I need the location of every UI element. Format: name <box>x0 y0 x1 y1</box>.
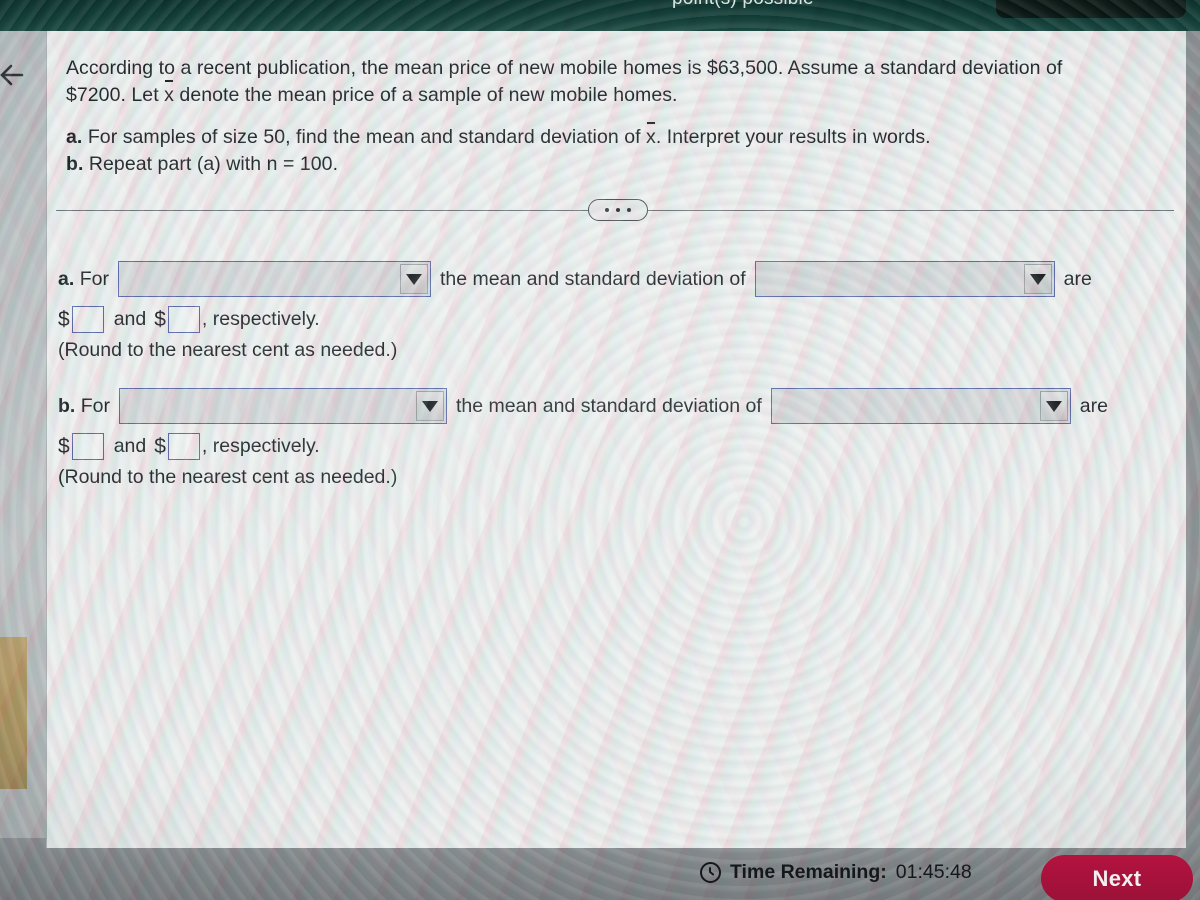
header-menu-pill[interactable] <box>996 0 1186 18</box>
part-a-label: a. <box>66 126 83 148</box>
desk-color-block <box>0 637 27 789</box>
answer-b-row-1: b. For the mean and standard deviation o… <box>58 386 1178 426</box>
clock-icon <box>700 862 721 883</box>
answer-b-dollar-2: $ <box>154 434 166 458</box>
answer-b-prefix: b. For <box>58 395 110 418</box>
answer-b-input-1[interactable] <box>71 433 104 460</box>
answer-a-input-2[interactable] <box>167 306 200 333</box>
time-remaining-value: 01:45:48 <box>895 861 972 883</box>
answer-a-row-2: $ and $ , respectively. <box>58 306 1178 333</box>
x-bar-symbol-a: x <box>646 122 656 151</box>
answer-block-a: a. For the mean and standard deviation o… <box>58 259 1178 362</box>
answer-b-are-word: are <box>1079 394 1108 417</box>
back-arrow-icon[interactable] <box>0 60 28 90</box>
more-options-button[interactable] <box>588 199 648 221</box>
section-divider <box>56 199 1174 221</box>
chevron-down-icon[interactable] <box>399 264 428 294</box>
answer-a-label: a. <box>58 267 75 290</box>
app-header-bar: point(s) possible <box>0 0 1200 31</box>
question-line-2-post: denote the mean price of a sample of new… <box>173 84 678 106</box>
answer-block-b: b. For the mean and standard deviation o… <box>58 386 1178 489</box>
question-part-a: a. For samples of size 50, find the mean… <box>66 122 1170 151</box>
dot-icon <box>627 208 631 212</box>
points-possible-label: point(s) possible <box>672 0 814 10</box>
chevron-down-icon[interactable] <box>1023 264 1052 294</box>
question-page: According to a recent publication, the m… <box>46 31 1186 848</box>
answer-a-and-word: and <box>113 308 147 330</box>
question-part-b: b. Repeat part (a) with n = 100. <box>66 151 1170 178</box>
question-statement: According to a recent publication, the m… <box>66 55 1170 178</box>
answer-a-input-1[interactable] <box>71 306 104 333</box>
next-button[interactable]: Next <box>1041 855 1193 900</box>
answer-a-respectively: , respectively. <box>201 308 320 330</box>
time-remaining-status: Time Remaining: 01:45:48 <box>700 861 972 884</box>
time-remaining-label: Time Remaining: <box>730 861 887 883</box>
answer-a-row-1: a. For the mean and standard deviation o… <box>58 259 1178 299</box>
question-line-2: $7200. Let x denote the mean price of a … <box>66 80 1170 109</box>
answer-b-respectively: , respectively. <box>201 435 320 457</box>
answer-a-dollar-2: $ <box>154 307 166 331</box>
answer-b-round-note: (Round to the nearest cent as needed.) <box>58 466 398 488</box>
chevron-down-icon[interactable] <box>1039 391 1068 421</box>
screen-photo: point(s) possible According to a recent … <box>0 0 1200 900</box>
part-b-label: b. <box>66 153 84 175</box>
answer-b-dollar-1: $ <box>58 434 70 458</box>
chevron-down-icon[interactable] <box>416 391 445 421</box>
answer-a-prefix: a. For <box>58 268 109 291</box>
answer-b-row-2: $ and $ , respectively. <box>58 433 1178 460</box>
answer-b-label: b. <box>58 394 76 417</box>
answer-b-and-word: and <box>113 435 147 457</box>
question-line-1: According to a recent publication, the m… <box>66 57 1063 79</box>
dot-icon <box>605 208 609 212</box>
answer-a-are-word: are <box>1063 267 1092 290</box>
answer-b-select-2[interactable] <box>770 388 1071 424</box>
answer-a-middle-text: the mean and standard deviation of <box>439 267 746 290</box>
part-a-pre: For samples of size 50, find the mean an… <box>82 126 647 148</box>
answer-a-round-note: (Round to the nearest cent as needed.) <box>58 339 398 361</box>
answer-a-select-2[interactable] <box>754 261 1055 297</box>
part-a-post: . Interpret your results in words. <box>655 126 931 148</box>
answer-b-select-1[interactable] <box>119 388 448 424</box>
x-bar-symbol: x <box>164 80 174 109</box>
answer-a-dollar-1: $ <box>58 307 70 331</box>
answer-b-middle-text: the mean and standard deviation of <box>456 394 762 417</box>
answer-a-select-1[interactable] <box>117 261 431 297</box>
question-line-2-pre: $7200. Let <box>66 84 165 106</box>
answer-a-for-word: For <box>79 267 109 290</box>
part-b-text: Repeat part (a) with n = 100. <box>83 153 339 175</box>
dot-icon <box>616 208 620 212</box>
answer-b-input-2[interactable] <box>167 433 200 460</box>
answer-b-for-word: For <box>80 394 111 417</box>
